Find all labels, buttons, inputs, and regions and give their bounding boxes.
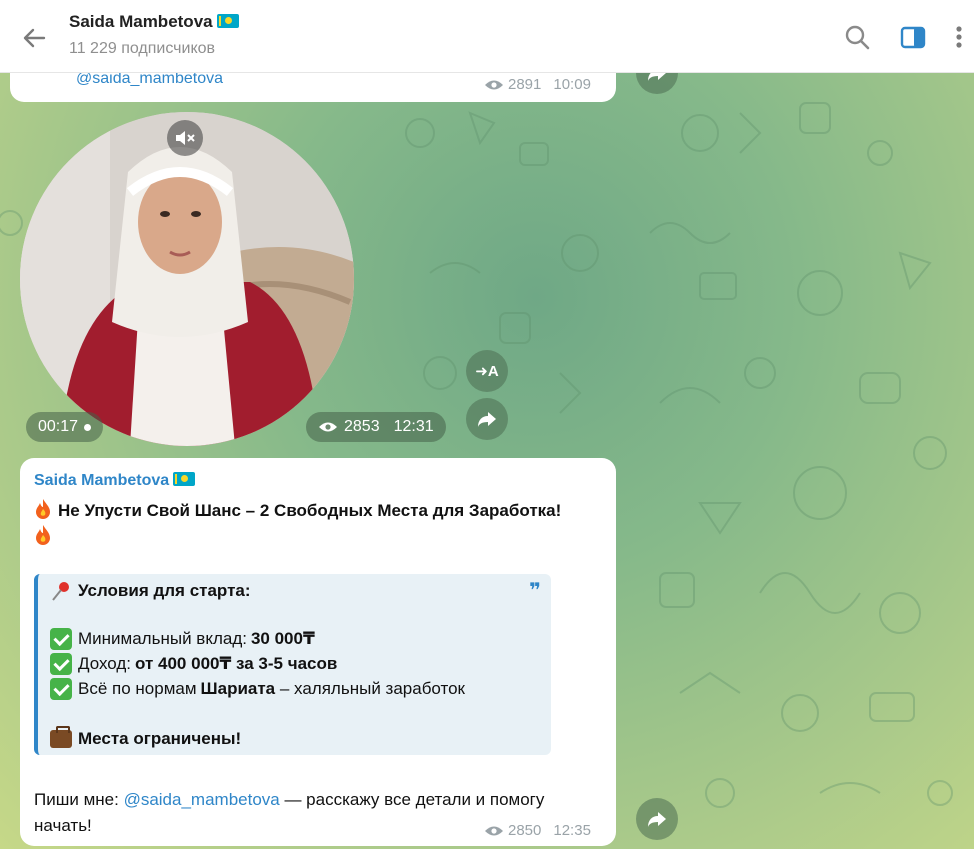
eye-icon [319, 422, 337, 432]
video-duration: 00:17 [38, 418, 79, 435]
kazakhstan-flag-icon [216, 14, 239, 28]
check-icon [50, 653, 72, 675]
unwatched-dot [84, 423, 92, 431]
quote-footer: Места ограничены! [50, 726, 242, 749]
quote-block: ❞ Условия для старта: Минимальный вклад:… [34, 574, 551, 755]
message-headline: Не Упусти Свой Шанс – 2 Свободных Места … [34, 498, 604, 550]
video-frame [20, 112, 354, 446]
fire-icon [36, 499, 50, 519]
message-meta: 2850 12:35 [484, 822, 591, 839]
quote-title-text: Условия для старта: [78, 581, 251, 600]
cta-suffix: — расскажу все детали и помогу [279, 790, 545, 809]
subscriber-count: 11 229 подписчиков [69, 40, 216, 57]
eye-icon [485, 80, 503, 89]
translate-button[interactable]: ➜ A [466, 350, 508, 392]
forward-icon [478, 412, 496, 427]
view-count: 2891 [508, 76, 542, 93]
view-count: 2853 [344, 418, 380, 435]
mention-link[interactable]: @saida_mambetova [124, 790, 280, 809]
briefcase-icon [50, 726, 72, 748]
sidebar-toggle-icon[interactable] [898, 22, 928, 52]
author-name: Saida Mambetova [34, 472, 170, 489]
mute-icon [176, 131, 195, 145]
translate-icon: ➜ [475, 363, 488, 380]
view-count: 2850 [508, 822, 542, 839]
channel-title[interactable]: Saida Mambetova [69, 12, 239, 32]
cta-line: Пиши мне: @saida_mambetova — расскажу вс… [34, 790, 544, 810]
quote-title: Условия для старта: [50, 580, 251, 602]
condition-item: Доход: от 400 000₸ за 3-5 часов [50, 653, 337, 675]
check-icon [50, 628, 72, 650]
condition-value: Шариата [200, 679, 276, 698]
condition-value: от 400 000₸ за 3-5 часов [135, 654, 338, 673]
quote-footer-text: Места ограничены! [78, 729, 242, 748]
kazakhstan-flag-icon [173, 472, 196, 486]
pin-icon [52, 582, 69, 601]
translate-label: A [487, 362, 499, 380]
condition-value: 30 000₸ [250, 629, 315, 648]
message-author[interactable]: Saida Mambetova [34, 472, 196, 490]
back-arrow-icon[interactable] [18, 22, 50, 54]
condition-label: Доход: [78, 654, 132, 673]
check-icon [50, 678, 72, 700]
message-time: 12:35 [553, 822, 591, 839]
message-time: 10:09 [553, 76, 591, 93]
condition-item: Всё по нормам Шариата – халяльный зарабо… [50, 678, 465, 700]
message-time: 12:31 [393, 418, 434, 435]
cta-line-2: начать! [34, 816, 92, 835]
forward-button[interactable] [636, 798, 678, 840]
more-vertical-icon[interactable] [944, 22, 974, 52]
video-meta-badge: 2853 12:31 [306, 412, 446, 442]
condition-suffix: – халяльный заработок [275, 679, 465, 698]
condition-label: Всё по нормам [78, 679, 197, 698]
forward-button[interactable] [466, 398, 508, 440]
cta-prefix: Пиши мне: [34, 790, 124, 809]
condition-item: Минимальный вклад: 30 000₸ [50, 628, 315, 650]
condition-label: Минимальный вклад: [78, 629, 247, 648]
round-video-message[interactable] [20, 112, 354, 446]
mute-button[interactable] [167, 120, 203, 156]
quote-mark-icon: ❞ [529, 580, 541, 602]
headline-text: Не Упусти Свой Шанс – 2 Свободных Места … [58, 501, 562, 520]
chat-header: Saida Mambetova 11 229 подписчиков [0, 0, 974, 73]
eye-icon [485, 826, 503, 835]
search-icon[interactable] [842, 22, 872, 52]
fire-icon [36, 525, 50, 545]
channel-title-text: Saida Mambetova [69, 12, 213, 31]
message-meta: 2891 10:09 [484, 76, 591, 93]
forward-icon [648, 812, 666, 827]
video-duration-badge: 00:17 [26, 412, 104, 442]
message-bubble: Saida Mambetova Не Упусти Свой Шанс – 2 … [20, 458, 616, 846]
